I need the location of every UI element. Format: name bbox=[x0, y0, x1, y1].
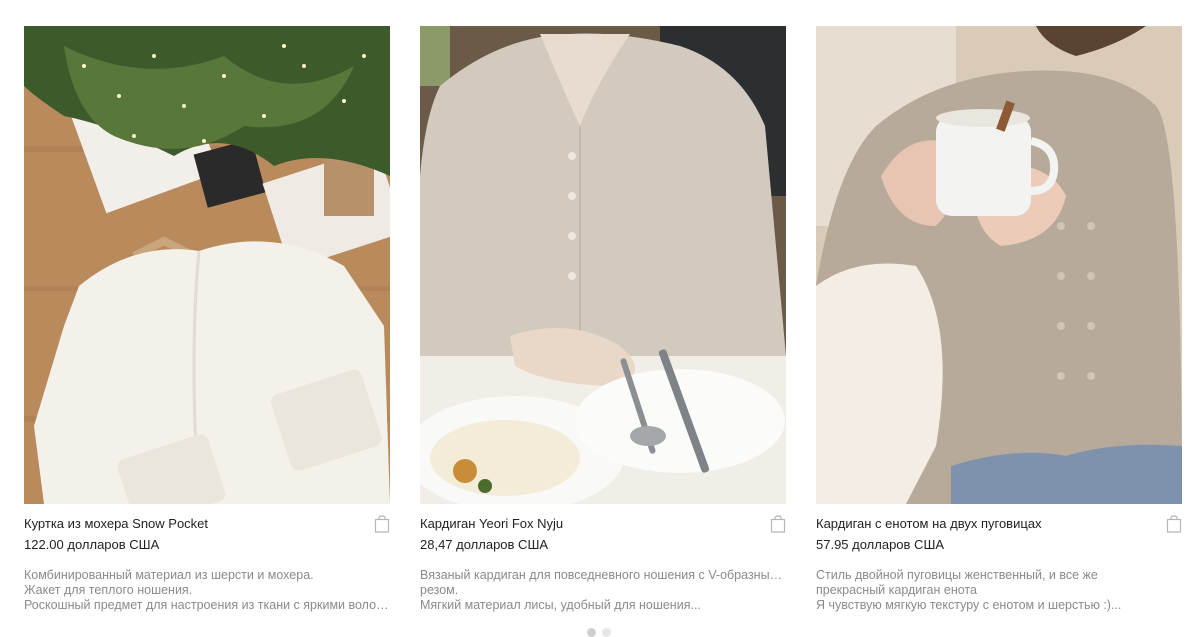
product-price: 28,47 долларов США bbox=[420, 537, 549, 552]
product-photo-cardigan-raccoon bbox=[816, 26, 1182, 504]
product-card[interactable]: Кардиган с енотом на двух пуговицах 57.9… bbox=[816, 26, 1182, 613]
description-line: Мягкий материал лисы, удобный для ношени… bbox=[420, 598, 701, 612]
product-card[interactable]: Кардиган Yeori Fox Nyju 28,47 долларов С… bbox=[420, 26, 786, 613]
product-price: 122.00 долларов США bbox=[24, 537, 160, 552]
product-photo-cardigan-v bbox=[420, 26, 786, 504]
product-card[interactable]: Куртка из мохера Snow Pocket 122.00 долл… bbox=[24, 26, 390, 613]
product-description: Вязаный кардиган для повседневного ношен… bbox=[420, 568, 786, 613]
description-line: Роскошный предмет для настроения из ткан… bbox=[24, 598, 390, 612]
product-title[interactable]: Кардиган Yeori Fox Nyju bbox=[420, 516, 786, 532]
product-photo-jacket bbox=[24, 26, 390, 504]
product-description: Комбинированный материал из шерсти и мох… bbox=[24, 568, 390, 613]
description-line: Стиль двойной пуговицы женственный, и вс… bbox=[816, 568, 1098, 582]
shopping-bag-icon[interactable] bbox=[1166, 515, 1182, 533]
shopping-bag-icon[interactable] bbox=[770, 515, 786, 533]
product-price: 57.95 долларов США bbox=[816, 537, 945, 552]
product-image[interactable] bbox=[420, 26, 786, 504]
product-title-row: Кардиган Yeori Fox Nyju bbox=[420, 515, 786, 536]
product-description: Стиль двойной пуговицы женственный, и вс… bbox=[816, 568, 1182, 613]
shopping-bag-icon[interactable] bbox=[374, 515, 390, 533]
description-line: резом. bbox=[420, 583, 459, 597]
description-line: Вязаный кардиган для повседневного ношен… bbox=[420, 568, 786, 582]
product-title-row: Кардиган с енотом на двух пуговицах bbox=[816, 515, 1182, 536]
product-title[interactable]: Куртка из мохера Snow Pocket bbox=[24, 516, 390, 532]
product-title-row: Куртка из мохера Snow Pocket bbox=[24, 515, 390, 536]
description-line: Жакет для теплого ношения. bbox=[24, 583, 193, 597]
description-line: прекрасный кардиган енота bbox=[816, 583, 977, 597]
product-image[interactable] bbox=[816, 26, 1182, 504]
product-grid: Куртка из мохера Snow Pocket 122.00 долл… bbox=[24, 26, 1182, 613]
description-line: Комбинированный материал из шерсти и мох… bbox=[24, 568, 314, 582]
product-image[interactable] bbox=[24, 26, 390, 504]
product-title[interactable]: Кардиган с енотом на двух пуговицах bbox=[816, 516, 1182, 532]
description-line: Я чувствую мягкую текстуру с енотом и ше… bbox=[816, 598, 1122, 612]
